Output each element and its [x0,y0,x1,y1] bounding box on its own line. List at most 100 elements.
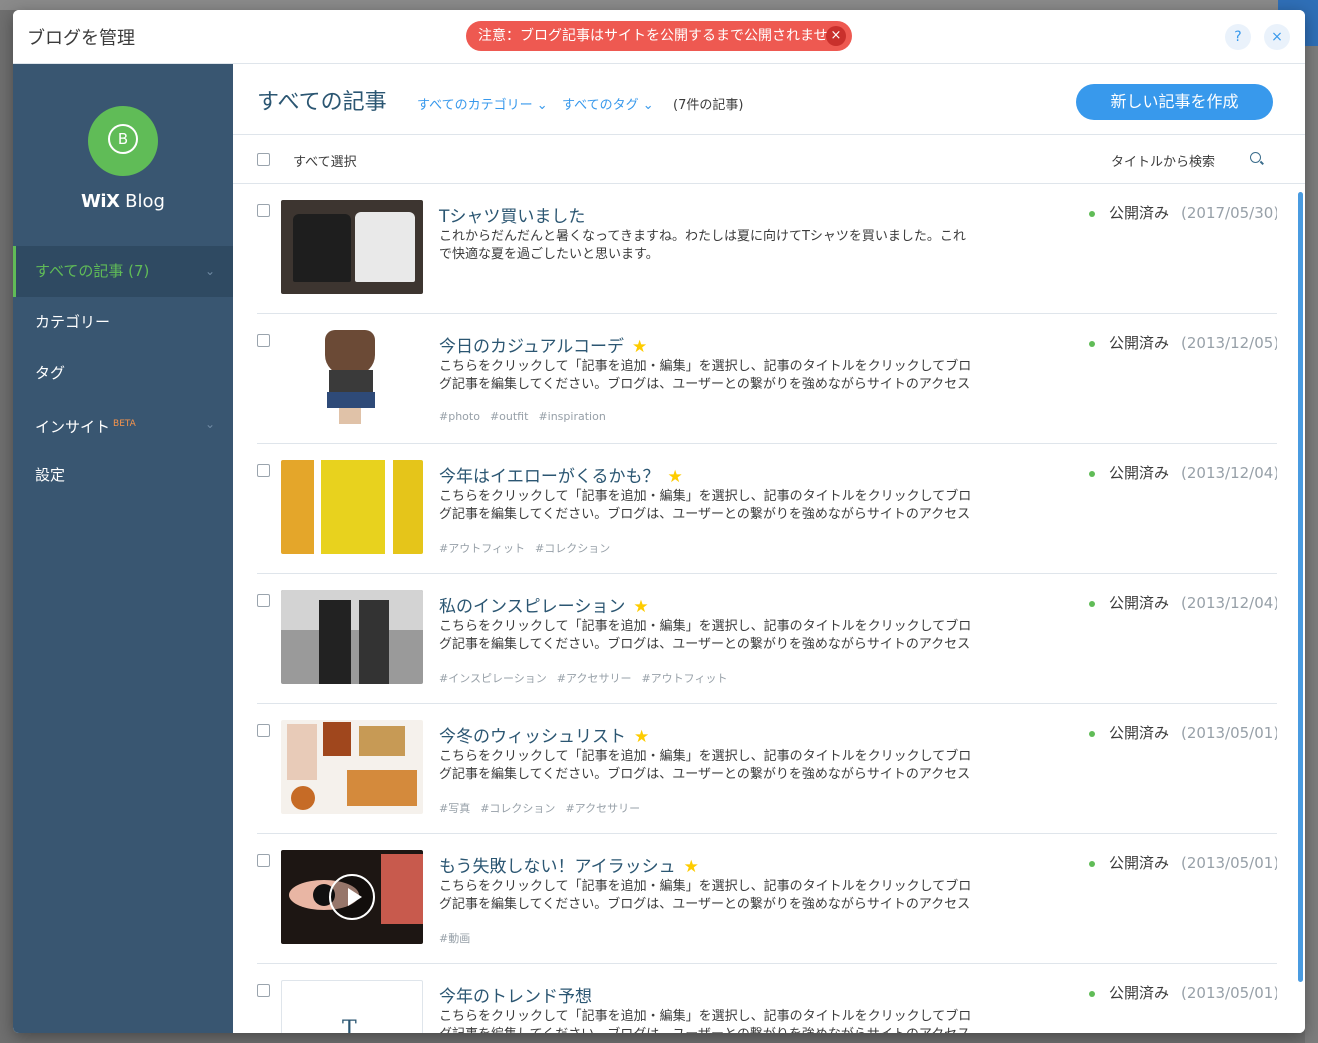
post-checkbox[interactable] [257,854,270,867]
post-date: (2013/05/01) [1181,984,1277,1002]
tag[interactable]: #photo [439,410,480,423]
sidebar-item-label: カテゴリー [35,313,111,331]
post-title-text: 今日のカジュアルコーデ [439,337,624,357]
post-date: (2017/05/30) [1181,204,1277,222]
tag[interactable]: #動画 [439,932,470,945]
sidebar-item-label: タグ [35,364,66,382]
status-dot-icon [1089,990,1095,997]
status-dot-icon [1089,210,1095,217]
post-row[interactable]: もう失敗しない！アイラッシュ ★ こちらをクリックして「記事を追加・編集」を選択し… [257,834,1277,964]
post-row[interactable]: 今日のカジュアルコーデ ★ こちらをクリックして「記事を追加・編集」を選択し、記事… [257,314,1277,444]
sidebar-item-label: 設定 [35,466,66,484]
sidebar-item-insights[interactable]: インサイト BETA ⌄ [13,399,233,450]
select-all-label: すべて選択 [293,155,357,170]
sidebar-item-tags[interactable]: タグ [13,348,233,399]
sidebar-item-label: すべての記事 (7) [35,262,150,280]
logo-wordmark: WiX Blog [13,191,233,212]
post-status: 公開済み (2013/05/01) [1089,722,1277,743]
status-text: 公開済み [1109,334,1170,352]
select-all-checkbox[interactable] [257,153,270,166]
star-icon: ★ [683,857,699,877]
unpublished-notice: 注意：ブログ記事はサイトを公開するまで公開されません × [466,21,852,51]
post-thumbnail [281,850,423,944]
notice-text: 注意：ブログ記事はサイトを公開するまで公開されません [478,28,842,44]
tag[interactable]: #アウトフィット [641,672,727,685]
tag[interactable]: #アウトフィット [439,542,525,555]
post-tags: #photo #outfit #inspiration [439,410,616,423]
logo-wix: WiX [81,191,120,212]
post-title[interactable]: 私のインスピレーション ★ [439,592,649,617]
post-title[interactable]: 今年のトレンド予想 [439,982,592,1007]
post-checkbox[interactable] [257,724,270,737]
category-filter[interactable]: すべてのカテゴリー ⌄ [417,94,548,113]
tag[interactable]: #コレクション [480,802,555,815]
status-dot-icon [1089,730,1095,737]
search-icon[interactable] [1250,152,1261,163]
toolbar: すべての記事 すべてのカテゴリー ⌄ すべてのタグ ⌄ (7件の記事) 新しい記… [233,64,1305,135]
chevron-down-icon: ⌄ [642,98,654,113]
tag[interactable]: #アクセサリー [557,672,632,685]
post-tags: #写真 #コレクション #アクセサリー [439,800,650,816]
post-date: (2013/12/05) [1181,334,1277,352]
post-status: 公開済み (2013/12/05) [1089,332,1277,353]
post-title[interactable]: 今年はイエローがくるかも？ ★ [439,462,683,487]
search-input[interactable]: タイトルから検索 [1111,151,1215,170]
post-checkbox[interactable] [257,594,270,607]
chevron-down-icon: ⌄ [536,98,548,113]
status-text: 公開済み [1109,724,1170,742]
post-row[interactable]: T 今年のトレンド予想 こちらをクリックして「記事を追加・編集」を選択し、記事の… [257,964,1277,1033]
tag[interactable]: #写真 [439,802,470,815]
post-title[interactable]: もう失敗しない！アイラッシュ ★ [439,852,699,877]
tag[interactable]: #アクセサリー [565,802,640,815]
status-text: 公開済み [1109,204,1170,222]
sidebar-nav: すべての記事 (7) ⌄ カテゴリー タグ インサイト BETA ⌄ 設定 [13,246,233,501]
post-row[interactable]: Tシャツ買いました これからだんだんと暑くなってきますね。わたしは夏に向けてTシ… [257,184,1277,314]
notice-close-icon[interactable]: × [826,26,846,46]
sidebar-item-categories[interactable]: カテゴリー [13,297,233,348]
tag[interactable]: #inspiration [538,410,605,423]
post-date: (2013/05/01) [1181,854,1277,872]
post-row[interactable]: 今冬のウィッシュリスト ★ こちらをクリックして「記事を追加・編集」を選択し、記事… [257,704,1277,834]
create-post-button[interactable]: 新しい記事を作成 [1076,84,1273,120]
star-icon: ★ [667,467,683,487]
page-title: すべての記事 [257,90,387,115]
sidebar-item-all-posts[interactable]: すべての記事 (7) ⌄ [13,246,233,297]
sidebar-item-label: インサイト [35,418,111,436]
post-checkbox[interactable] [257,204,270,217]
scrollbar[interactable] [1298,192,1303,982]
status-text: 公開済み [1109,594,1170,612]
star-icon: ★ [634,727,650,747]
post-checkbox[interactable] [257,464,270,477]
post-thumbnail [281,200,423,294]
post-thumbnail: T [281,980,423,1033]
post-date: (2013/12/04) [1181,594,1277,612]
close-button[interactable]: × [1264,24,1290,50]
backdrop [0,0,1318,10]
category-filter-label: すべてのカテゴリー [417,98,533,113]
post-excerpt: こちらをクリックして「記事を追加・編集」を選択し、記事のタイトルをクリックしてブ… [439,1009,972,1033]
post-thumbnail [281,590,423,684]
post-row[interactable]: 私のインスピレーション ★ こちらをクリックして「記事を追加・編集」を選択し、記事… [257,574,1277,704]
manage-blog-modal: ブログを管理 注意：ブログ記事はサイトを公開するまで公開されません × ? × … [13,10,1305,1033]
status-text: 公開済み [1109,854,1170,872]
tag[interactable]: #outfit [490,410,528,423]
tag[interactable]: #コレクション [535,542,610,555]
play-icon[interactable] [329,874,375,920]
star-icon: ★ [633,597,649,617]
sidebar-item-settings[interactable]: 設定 [13,450,233,501]
blog-logo: B [88,106,158,176]
post-title[interactable]: 今日のカジュアルコーデ ★ [439,332,647,357]
post-title[interactable]: 今冬のウィッシュリスト ★ [439,722,649,747]
sidebar: B WiX Blog すべての記事 (7) ⌄ カテゴリー タグ インサイト BE… [13,64,233,1033]
post-title[interactable]: Tシャツ買いました [439,202,585,227]
status-dot-icon [1089,340,1095,347]
status-dot-icon [1089,470,1095,477]
chevron-down-icon: ⌄ [204,264,215,278]
tag-filter[interactable]: すべてのタグ ⌄ [562,94,654,113]
help-button[interactable]: ? [1225,24,1251,50]
post-checkbox[interactable] [257,334,270,347]
post-checkbox[interactable] [257,984,270,997]
tag[interactable]: #インスピレーション [439,672,547,685]
post-row[interactable]: 今年はイエローがくるかも？ ★ こちらをクリックして「記事を追加・編集」を選択し、… [257,444,1277,574]
post-title-text: 今年はイエローがくるかも？ [439,467,660,487]
